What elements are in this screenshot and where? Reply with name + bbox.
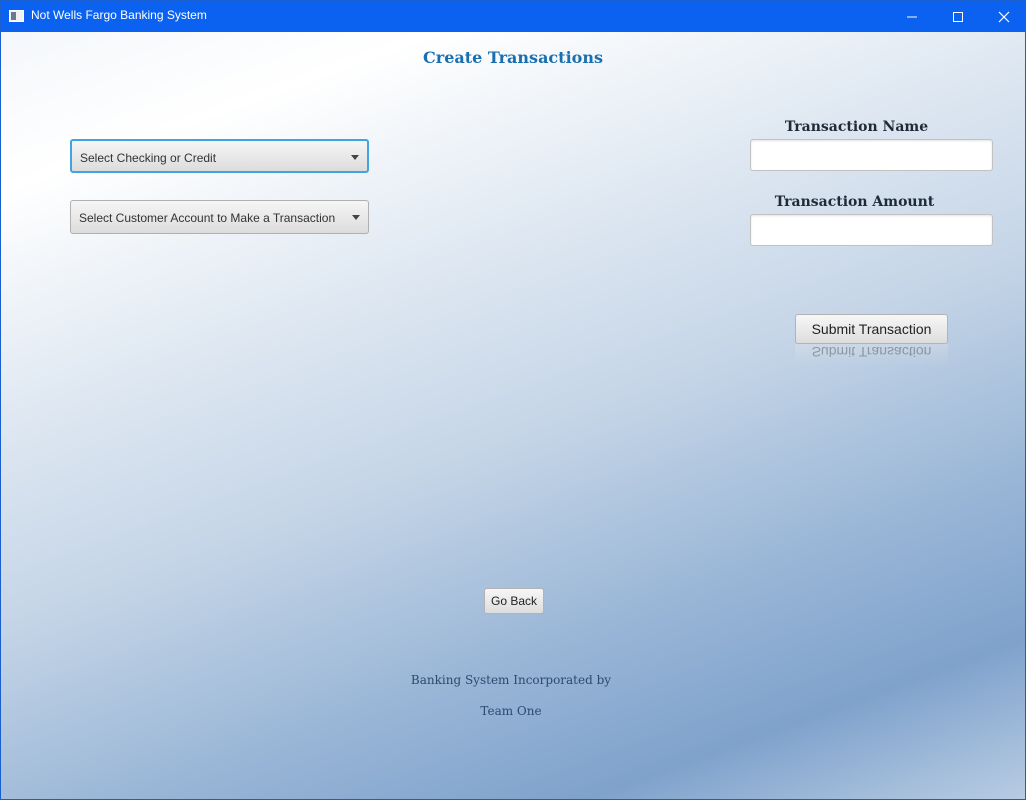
account-type-dropdown[interactable]: Select Checking or Credit [70, 139, 369, 173]
account-type-dropdown-value: Select Checking or Credit [80, 151, 217, 165]
transaction-amount-label: Transaction Amount [774, 194, 935, 210]
chevron-down-icon [351, 155, 359, 160]
maximize-button[interactable] [935, 1, 981, 32]
footer-credit-line: Banking System Incorporated by [410, 673, 612, 687]
customer-account-dropdown[interactable]: Select Customer Account to Make a Transa… [70, 200, 369, 234]
page-title: Create Transactions [423, 48, 603, 67]
main-content: Create Transactions Select Checking or C… [1, 32, 1025, 799]
title-bar[interactable]: Not Wells Fargo Banking System [1, 1, 1025, 32]
chevron-down-icon [352, 215, 360, 220]
close-icon [998, 11, 1010, 23]
go-back-button[interactable]: Go Back [484, 588, 544, 614]
minimize-icon [907, 16, 917, 18]
transaction-name-label: Transaction Name [784, 119, 929, 135]
minimize-button[interactable] [889, 1, 935, 32]
transaction-name-input[interactable] [750, 139, 993, 171]
close-button[interactable] [981, 1, 1025, 32]
submit-transaction-button[interactable]: Submit Transaction [795, 314, 948, 344]
customer-account-dropdown-value: Select Customer Account to Make a Transa… [79, 211, 336, 225]
window-title: Not Wells Fargo Banking System [31, 8, 207, 22]
footer-team-name: Team One [480, 704, 542, 718]
submit-button-reflection: Submit Transaction [795, 344, 948, 366]
maximize-icon [953, 12, 963, 22]
app-window-icon [9, 10, 24, 22]
app-window: Not Wells Fargo Banking System Create Tr… [0, 0, 1026, 800]
transaction-amount-input[interactable] [750, 214, 993, 246]
